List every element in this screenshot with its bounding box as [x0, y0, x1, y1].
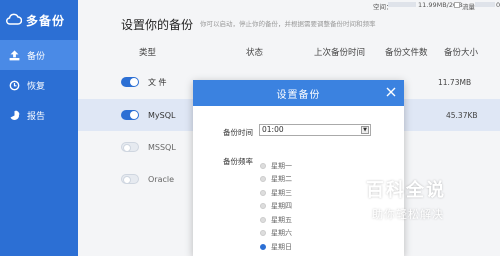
radio-label: 星期六: [271, 229, 292, 238]
sidebar: 多备份 备份 恢复 报告: [0, 0, 78, 256]
page-subtitle: 你可以启动，停止你的备份，并根据需要调整备份时间和频率: [200, 20, 376, 28]
column-header-last-backup: 上次备份时间: [314, 48, 366, 58]
radio-thursday[interactable]: 星期四: [260, 200, 292, 214]
frequency-radio-group: 星期一 星期二 星期三 星期四 星期五 星期六 星期日: [260, 159, 292, 254]
page-title: 设置你的备份: [121, 18, 194, 32]
radio-button[interactable]: [260, 203, 266, 210]
row-toggle[interactable]: [121, 77, 139, 87]
radio-button[interactable]: [260, 230, 266, 237]
radio-label: 星期四: [271, 202, 292, 211]
radio-friday[interactable]: 星期五: [260, 213, 292, 227]
table-header: 类型 状态 上次备份时间 备份文件数 备份大小: [78, 46, 500, 60]
backup-time-value: 01:00: [262, 125, 284, 134]
row-type: MSSQL: [148, 142, 176, 152]
radio-wednesday[interactable]: 星期三: [260, 186, 292, 200]
radio-button[interactable]: [260, 176, 266, 183]
app-logo: 多备份: [0, 0, 78, 40]
chevron-down-icon: ▼: [361, 126, 369, 134]
restore-icon: [8, 79, 20, 91]
usage-bar: 空间： 11.99MB/2GB 流量 0/: [78, 0, 500, 11]
sidebar-item-backup[interactable]: 备份: [0, 40, 78, 70]
radio-label: 星期日: [271, 242, 292, 251]
column-header-file-count: 备份文件数: [385, 48, 428, 58]
toggle-knob: [123, 144, 131, 152]
dialog-header: 设置备份: [193, 80, 404, 106]
row-type: 文 件: [148, 77, 167, 87]
radio-button[interactable]: [260, 243, 266, 250]
radio-button[interactable]: [260, 189, 266, 196]
space-progress: [388, 2, 416, 7]
radio-tuesday[interactable]: 星期二: [260, 173, 292, 187]
row-type: Oracle: [148, 174, 175, 184]
close-icon[interactable]: [384, 85, 398, 99]
column-header-type: 类型: [139, 48, 157, 58]
row-size: 45.37KB: [446, 110, 478, 120]
radio-monday[interactable]: 星期一: [260, 159, 292, 173]
radio-button[interactable]: [260, 216, 266, 223]
sidebar-item-label: 备份: [27, 51, 46, 62]
radio-sunday[interactable]: 星期日: [260, 240, 292, 254]
toggle-knob: [123, 176, 131, 184]
backup-frequency-label: 备份频率: [223, 157, 253, 166]
radio-label: 星期三: [271, 188, 292, 197]
sidebar-item-label: 恢复: [27, 81, 46, 92]
row-toggle[interactable]: [121, 174, 139, 184]
toggle-knob: [130, 78, 138, 86]
toggle-knob: [130, 111, 138, 119]
radio-label: 星期一: [271, 161, 292, 170]
row-type: MySQL: [148, 110, 176, 120]
watermark-subtitle: 助你轻松解决: [372, 208, 444, 221]
watermark-title: 百科全说: [366, 180, 446, 201]
upload-icon: [8, 49, 20, 61]
backup-time-label: 备份时间: [223, 128, 253, 137]
radio-label: 星期五: [271, 215, 292, 224]
row-toggle[interactable]: [121, 142, 139, 152]
app-name: 多备份: [26, 13, 66, 28]
sidebar-item-restore[interactable]: 恢复: [0, 70, 78, 100]
flow-progress: [475, 2, 495, 7]
watermark: 百科全说 助你轻松解决: [326, 176, 500, 236]
dialog-title: 设置备份: [276, 89, 321, 101]
sidebar-item-report[interactable]: 报告: [0, 100, 78, 130]
cloud-logo-icon: [6, 13, 23, 27]
sidebar-item-label: 报告: [27, 111, 46, 122]
flow-checkbox[interactable]: [454, 2, 460, 8]
row-size: 11.73MB: [438, 77, 472, 87]
backup-time-select[interactable]: 01:00 ▼: [259, 124, 371, 136]
row-toggle[interactable]: [121, 110, 139, 120]
column-header-status: 状态: [246, 48, 264, 58]
radio-button[interactable]: [260, 162, 266, 169]
radio-saturday[interactable]: 星期六: [260, 227, 292, 241]
pie-chart-icon: [8, 109, 20, 121]
flow-label: 流量: [462, 3, 475, 11]
radio-label: 星期二: [271, 175, 292, 184]
flow-value: 0/: [496, 1, 500, 9]
column-header-size: 备份大小: [444, 48, 479, 58]
